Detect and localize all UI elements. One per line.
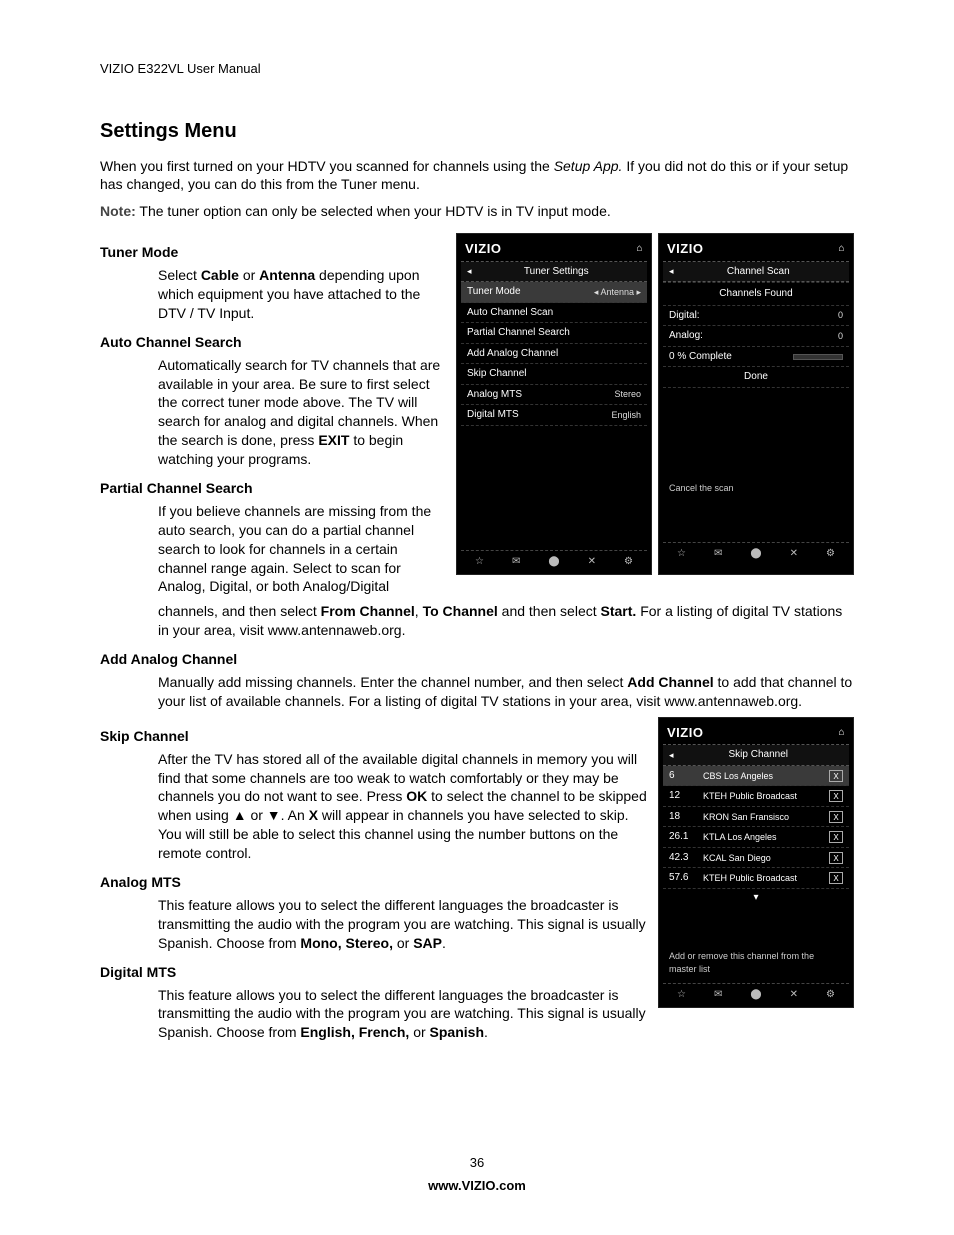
analog-mts-heading: Analog MTS (100, 873, 648, 892)
x-icon: X (829, 831, 843, 843)
channel-row: 6CBS Los AngelesX (663, 766, 849, 787)
digital-count: Digital:0 (663, 306, 849, 327)
skip-channel-heading: Skip Channel (100, 727, 648, 746)
doc-header: VIZIO E322VL User Manual (100, 60, 854, 78)
home-icon: ⌂ (838, 242, 845, 256)
menu-title: Tuner Settings (524, 265, 589, 279)
x-icon: X (829, 770, 843, 782)
channel-row: 26.1KTLA Los AngelesX (663, 827, 849, 848)
screenshot-tuner-settings: VIZIO ⌂ ◂ Tuner Settings Tuner Mode ◂ An… (456, 233, 652, 575)
dot-icon: ⬤ (750, 988, 761, 1002)
close-icon: ✕ (790, 547, 798, 561)
brand-label: VIZIO (667, 240, 703, 258)
channel-row: 12KTEH Public BroadcastX (663, 786, 849, 807)
tuner-mode-text: Select Cable or Antenna depending upon w… (158, 266, 446, 323)
gear-icon: ⚙ (826, 547, 835, 561)
menu-row: Analog MTSStereo (461, 385, 647, 406)
channel-row: 18KRON San FransiscoX (663, 807, 849, 828)
analog-mts-text: This feature allows you to select the di… (158, 896, 648, 953)
footer-icons: ☆ ✉ ⬤ ✕ ⚙ (461, 550, 647, 569)
partial-search-heading: Partial Channel Search (100, 479, 446, 498)
channels-found-label: Channels Found (663, 282, 849, 306)
star-icon: ☆ (677, 547, 686, 561)
back-icon: ◂ (669, 749, 674, 761)
add-analog-text: Manually add missing channels. Enter the… (158, 673, 854, 711)
skip-channel-text: After the TV has stored all of the avail… (158, 750, 648, 863)
page-number: 36 (0, 1154, 954, 1172)
channel-row: 57.6KTEH Public BroadcastX (663, 868, 849, 889)
home-icon: ⌂ (838, 726, 845, 740)
progress-bar (793, 354, 843, 360)
done-label: Done (663, 367, 849, 388)
menu-row: Skip Channel (461, 364, 647, 385)
percent-complete: 0 % Complete (663, 347, 849, 368)
screenshot-skip-channel: VIZIO ⌂ ◂ Skip Channel 6CBS Los AngelesX… (658, 717, 854, 1008)
partial-search-text-1: If you believe channels are missing from… (158, 502, 446, 596)
auto-search-text: Automatically search for TV channels tha… (158, 356, 446, 469)
x-icon: X (829, 790, 843, 802)
menu-title: Skip Channel (729, 748, 788, 762)
close-icon: ✕ (790, 988, 798, 1002)
intro-paragraph: When you first turned on your HDTV you s… (100, 157, 854, 195)
star-icon: ☆ (677, 988, 686, 1002)
auto-search-heading: Auto Channel Search (100, 333, 446, 352)
brand-label: VIZIO (667, 724, 703, 742)
menu-row: Add Analog Channel (461, 344, 647, 365)
menu-row: Digital MTSEnglish (461, 405, 647, 426)
back-icon: ◂ (669, 265, 674, 277)
close-icon: ✕ (588, 555, 596, 569)
page-footer: 36 www.VIZIO.com (0, 1154, 954, 1195)
mail-icon: ✉ (512, 555, 520, 569)
menu-row: Auto Channel Scan (461, 303, 647, 324)
footer-icons: ☆ ✉ ⬤ ✕ ⚙ (663, 983, 849, 1002)
x-icon: X (829, 852, 843, 864)
menu-title: Channel Scan (727, 265, 790, 279)
dot-icon: ⬤ (548, 555, 559, 569)
dot-icon: ⬤ (750, 547, 761, 561)
partial-search-text-2: channels, and then select From Channel, … (158, 602, 854, 640)
home-icon: ⌂ (636, 242, 643, 256)
gear-icon: ⚙ (826, 988, 835, 1002)
page-title: Settings Menu (100, 118, 854, 145)
x-icon: X (829, 872, 843, 884)
mail-icon: ✉ (714, 547, 722, 561)
gear-icon: ⚙ (624, 555, 633, 569)
intro-block: When you first turned on your HDTV you s… (100, 157, 854, 222)
note-line: Note: The tuner option can only be selec… (100, 202, 854, 221)
menu-row: Tuner Mode ◂ Antenna ▸ (461, 282, 647, 303)
skip-hint: Add or remove this channel from the mast… (663, 946, 849, 978)
site-url: www.VIZIO.com (0, 1177, 954, 1195)
mail-icon: ✉ (714, 988, 722, 1002)
back-icon: ◂ (467, 265, 472, 277)
x-icon: X (829, 811, 843, 823)
channel-row: 42.3KCAL San DiegoX (663, 848, 849, 869)
cancel-scan-label: Cancel the scan (663, 478, 849, 498)
footer-icons: ☆ ✉ ⬤ ✕ ⚙ (663, 542, 849, 561)
menu-row: Partial Channel Search (461, 323, 647, 344)
digital-mts-text: This feature allows you to select the di… (158, 986, 648, 1043)
digital-mts-heading: Digital MTS (100, 963, 648, 982)
brand-label: VIZIO (465, 240, 501, 258)
chevron-down-icon: ▾ (663, 889, 849, 907)
add-analog-heading: Add Analog Channel (100, 650, 854, 669)
screenshot-channel-scan: VIZIO ⌂ ◂ Channel Scan Channels Found Di… (658, 233, 854, 575)
star-icon: ☆ (475, 555, 484, 569)
analog-count: Analog:0 (663, 326, 849, 347)
tuner-mode-heading: Tuner Mode (100, 243, 446, 262)
